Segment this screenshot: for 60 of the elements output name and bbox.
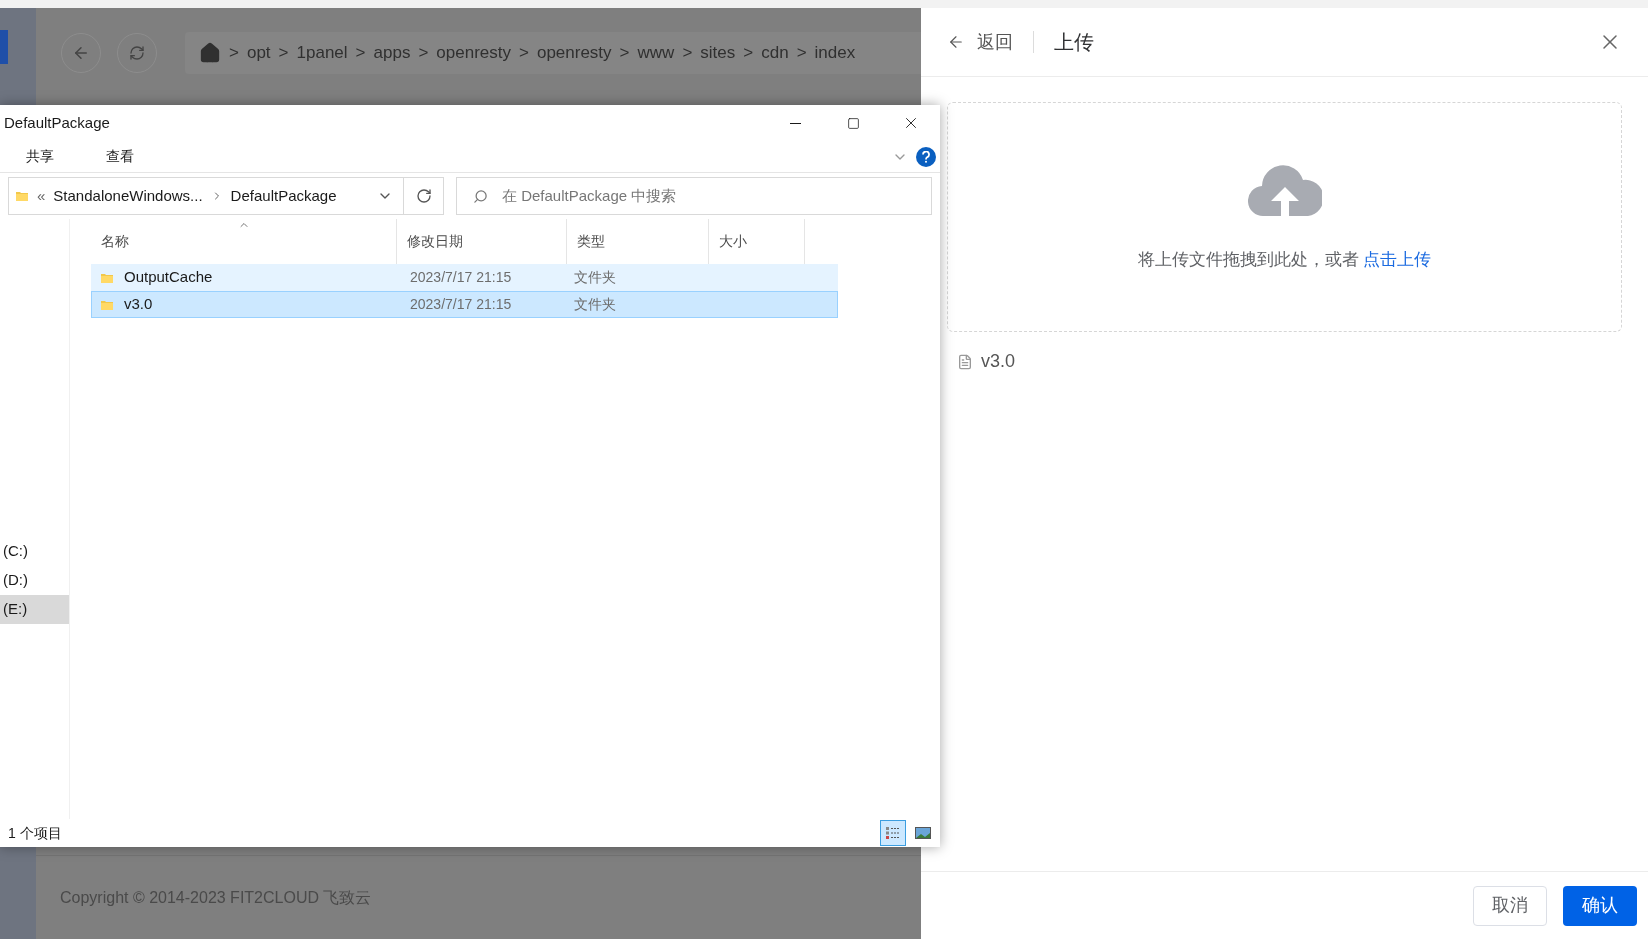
refresh-icon <box>415 188 432 204</box>
path-segment[interactable]: cdn <box>761 40 789 66</box>
landscape-picture-icon <box>915 827 931 839</box>
path-separator: > <box>355 42 366 65</box>
file-name: v3.0 <box>124 294 153 315</box>
search-input[interactable]: 在 DefaultPackage 中搜索 <box>502 184 931 208</box>
file-name: OutputCache <box>124 267 213 288</box>
overflow-chevron[interactable]: « <box>37 184 46 208</box>
path-separator: > <box>682 42 693 65</box>
file-type: 文件夹 <box>573 268 617 287</box>
search-icon <box>473 188 488 204</box>
home-icon[interactable] <box>199 42 221 64</box>
path-separator: > <box>796 42 807 65</box>
back-link[interactable]: 返回 <box>947 28 1013 56</box>
path-segment[interactable]: sites <box>700 40 736 66</box>
ribbon-tab[interactable]: 查看 <box>80 141 160 172</box>
click-upload-link[interactable]: 点击上传 <box>1363 250 1432 270</box>
ribbon-tab[interactable]: 共享 <box>0 141 80 172</box>
path-segment[interactable]: www <box>637 40 675 66</box>
path-separator: > <box>418 42 429 65</box>
drive-item[interactable]: (D:) <box>0 566 69 595</box>
path-separator: > <box>229 42 239 65</box>
refresh-icon <box>129 45 145 61</box>
details-list-icon <box>885 826 901 840</box>
drive-item[interactable]: (C:) <box>0 537 69 566</box>
folder-icon <box>15 189 29 203</box>
path-separator: > <box>519 42 529 65</box>
file-row[interactable]: v3.0 2023/7/17 21:15 文件夹 <box>91 291 838 318</box>
path-segment[interactable]: opt <box>246 40 271 66</box>
drop-zone[interactable]: 将上传文件拖拽到此处，或者 点击上传 <box>947 102 1622 332</box>
modified-date: 2023/7/17 21:15 <box>409 268 513 287</box>
path-separator: > <box>619 42 630 65</box>
file-type: 文件夹 <box>573 295 617 314</box>
path-segment[interactable]: index <box>814 40 856 66</box>
window-title: DefaultPackage <box>3 112 110 133</box>
logo-icon <box>0 30 8 64</box>
file-row[interactable]: OutputCache 2023/7/17 21:15 文件夹 <box>91 264 838 291</box>
details-view-button[interactable] <box>880 820 906 846</box>
minimize-icon <box>789 122 801 124</box>
path-segment[interactable]: 1panel <box>296 40 348 66</box>
file-name: v3.0 <box>981 350 1016 373</box>
path-segment[interactable]: openresty <box>436 40 511 66</box>
help-icon[interactable] <box>916 146 936 167</box>
modified-date: 2023/7/17 21:15 <box>409 295 513 314</box>
file-icon <box>957 353 973 370</box>
address-segment[interactable]: DefaultPackage <box>230 184 337 208</box>
confirm-button[interactable]: 确认 <box>1563 885 1637 926</box>
search-field[interactable]: 在 DefaultPackage 中搜索 <box>456 177 932 215</box>
drawer-title: 上传 <box>1054 30 1094 55</box>
path-separator: > <box>743 42 754 65</box>
status-text: 1 个项目 <box>7 823 62 843</box>
maximize-icon <box>846 116 860 130</box>
path-segment[interactable]: apps <box>373 40 411 66</box>
cancel-button[interactable]: 取消 <box>1473 885 1547 926</box>
drive-item[interactable]: (E:) <box>0 595 69 624</box>
path-segment[interactable]: openresty <box>536 40 612 66</box>
path-separator: > <box>278 42 289 65</box>
drop-instructions: 将上传文件拖拽到此处，或者 点击上传 <box>1137 249 1432 272</box>
address-bar[interactable]: « StandaloneWindows... DefaultPackage <box>8 177 444 215</box>
address-segment[interactable]: StandaloneWindows... <box>53 184 203 208</box>
